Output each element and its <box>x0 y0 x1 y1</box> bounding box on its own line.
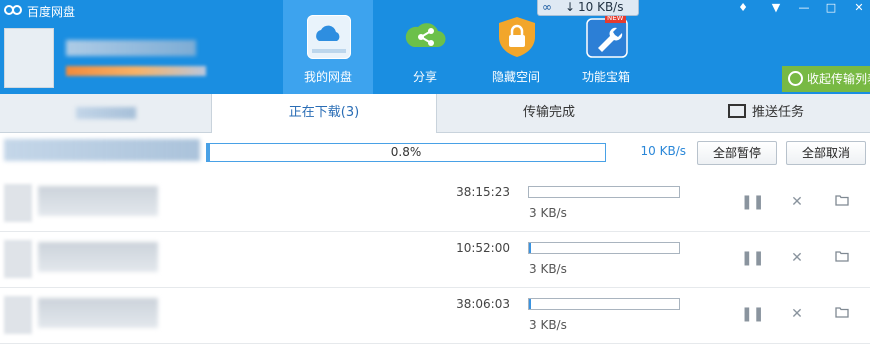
tab-downloading[interactable]: 正在下载(3) <box>211 94 437 133</box>
collapse-transfer-list-button[interactable]: 收起传输列表 <box>782 66 870 92</box>
nav-label: 隐藏空间 <box>491 70 540 84</box>
tab-push-tasks[interactable]: 推送任务 <box>662 94 870 132</box>
cloud-icon <box>307 15 351 59</box>
speed-indicator[interactable]: ∞ ↓ 10 KB/s <box>537 0 639 16</box>
nav-label: 我的网盘 <box>303 70 352 84</box>
folder-icon[interactable] <box>833 249 851 267</box>
download-arrow-icon: ↓ <box>565 0 576 14</box>
bell-icon[interactable]: ♦ <box>732 0 754 16</box>
menu-dropdown-icon[interactable]: ▼ <box>765 0 787 16</box>
delete-icon[interactable]: ✕ <box>788 305 806 323</box>
tab-upload[interactable] <box>0 94 211 132</box>
row-progress-fill <box>529 299 532 309</box>
tab-completed[interactable]: 传输完成 <box>436 94 662 132</box>
folder-icon[interactable] <box>833 193 851 211</box>
delete-icon[interactable]: ✕ <box>788 193 806 211</box>
file-name <box>38 298 158 328</box>
total-progress-text: 0.8% <box>390 145 422 159</box>
tab-label: 推送任务 <box>751 105 804 120</box>
blurred-label <box>75 106 136 119</box>
file-type-icon <box>4 184 32 222</box>
row-progress-bar <box>528 186 680 198</box>
screen-icon <box>727 104 746 118</box>
close-icon[interactable]: ✕ <box>848 0 870 16</box>
row-progress-bar <box>528 242 680 254</box>
nav-share[interactable]: 分享 <box>380 0 470 94</box>
time-remaining: 38:06:03 <box>456 297 510 311</box>
transfer-tabs: 正在下载(3) 传输完成 推送任务 <box>0 94 870 133</box>
row-progress-fill <box>529 243 532 253</box>
avatar[interactable] <box>4 28 54 88</box>
download-row[interactable]: 10:52:00 3 KB/s ❚❚ ✕ <box>0 232 870 288</box>
minimize-icon[interactable]: — <box>793 0 815 16</box>
storage-usage-bar <box>66 66 206 76</box>
pause-icon[interactable]: ❚❚ <box>741 305 764 323</box>
download-speed: 3 KB/s <box>529 206 567 220</box>
username <box>66 40 196 56</box>
folder-icon[interactable] <box>833 305 851 323</box>
nav-label: 分享 <box>412 70 437 84</box>
file-type-icon <box>4 296 32 334</box>
row-progress-bar <box>528 298 680 310</box>
maximize-icon[interactable]: □ <box>820 0 842 16</box>
download-row[interactable]: 38:15:23 3 KB/s ❚❚ ✕ <box>0 176 870 232</box>
speed-text: 10 KB/s <box>578 0 624 14</box>
download-speed: 3 KB/s <box>529 318 567 332</box>
app-title: 百度网盘 <box>27 5 76 19</box>
delete-icon[interactable]: ✕ <box>788 249 806 267</box>
time-remaining: 10:52:00 <box>456 241 510 255</box>
collapse-label: 收起传输列表 <box>807 72 870 86</box>
time-remaining: 38:15:23 <box>456 185 510 199</box>
cancel-all-button[interactable]: 全部取消 <box>786 141 866 165</box>
pause-all-button[interactable]: 全部暂停 <box>697 141 777 165</box>
nav-label: 功能宝箱 <box>581 70 630 84</box>
lock-icon <box>499 17 535 57</box>
transfer-icon: ∞ <box>542 0 552 14</box>
baidu-netdisk-logo-icon <box>4 5 22 15</box>
download-speed: 3 KB/s <box>529 262 567 276</box>
download-summary: 0.8% 10 KB/s 全部暂停 全部取消 <box>0 133 870 173</box>
circle-icon <box>788 71 803 86</box>
total-speed: 10 KB/s <box>640 144 686 158</box>
download-row[interactable]: 38:06:03 3 KB/s ❚❚ ✕ <box>0 288 870 344</box>
pause-icon[interactable]: ❚❚ <box>741 193 764 211</box>
total-progress-bar: 0.8% <box>206 143 606 162</box>
header: 百度网盘 我的网盘 分享 隐藏空间 NEW 功能宝箱 ∞ ↓ 10 KB/s ♦… <box>0 0 870 94</box>
file-name <box>38 242 158 272</box>
pause-icon[interactable]: ❚❚ <box>741 249 764 267</box>
nav-my-netdisk[interactable]: 我的网盘 <box>283 0 373 94</box>
file-type-icon <box>4 240 32 278</box>
file-name <box>38 186 158 216</box>
share-icon <box>405 23 446 48</box>
summary-info <box>4 139 200 161</box>
